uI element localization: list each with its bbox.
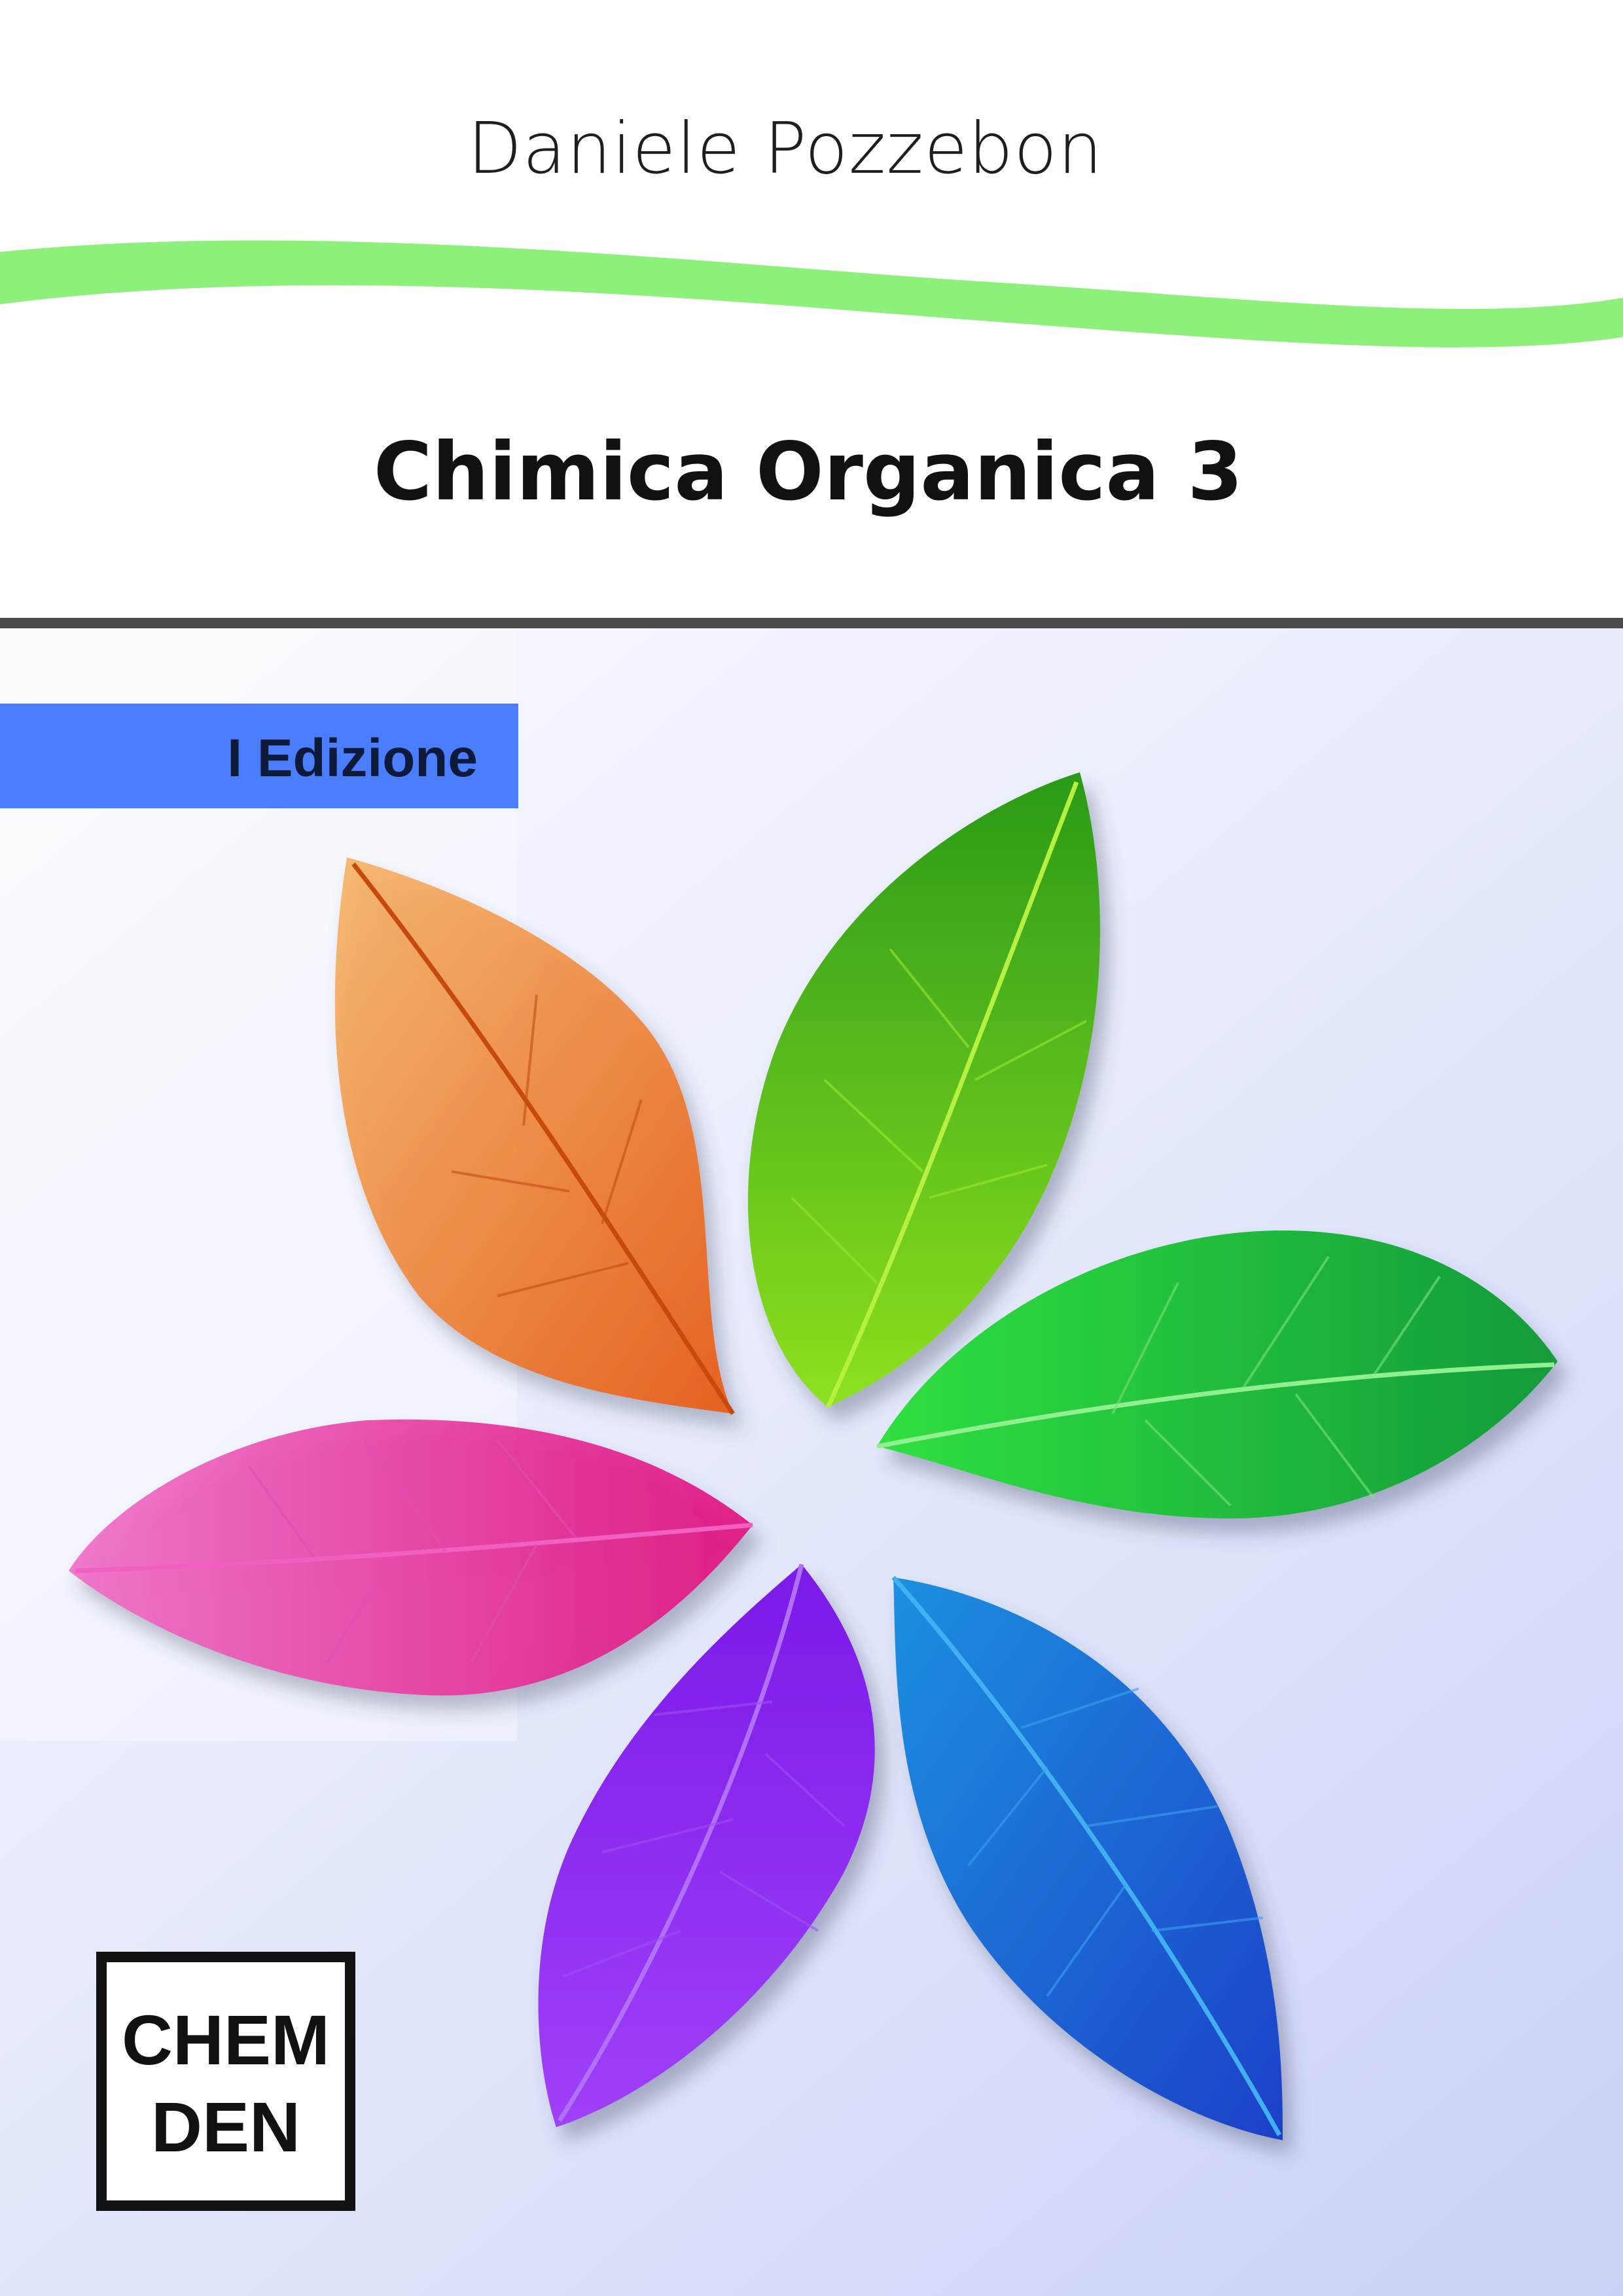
logo-line-chem: CHEM bbox=[122, 2000, 330, 2079]
edition-label: I Edizione bbox=[227, 728, 478, 788]
chemden-logo: CHEM DEN bbox=[96, 1952, 355, 2211]
logo-line-den: DEN bbox=[151, 2087, 301, 2166]
orange-leaf-icon bbox=[334, 857, 735, 1415]
pink-leaf-icon bbox=[69, 1419, 753, 1696]
blue-leaf-icon bbox=[891, 1575, 1283, 2140]
